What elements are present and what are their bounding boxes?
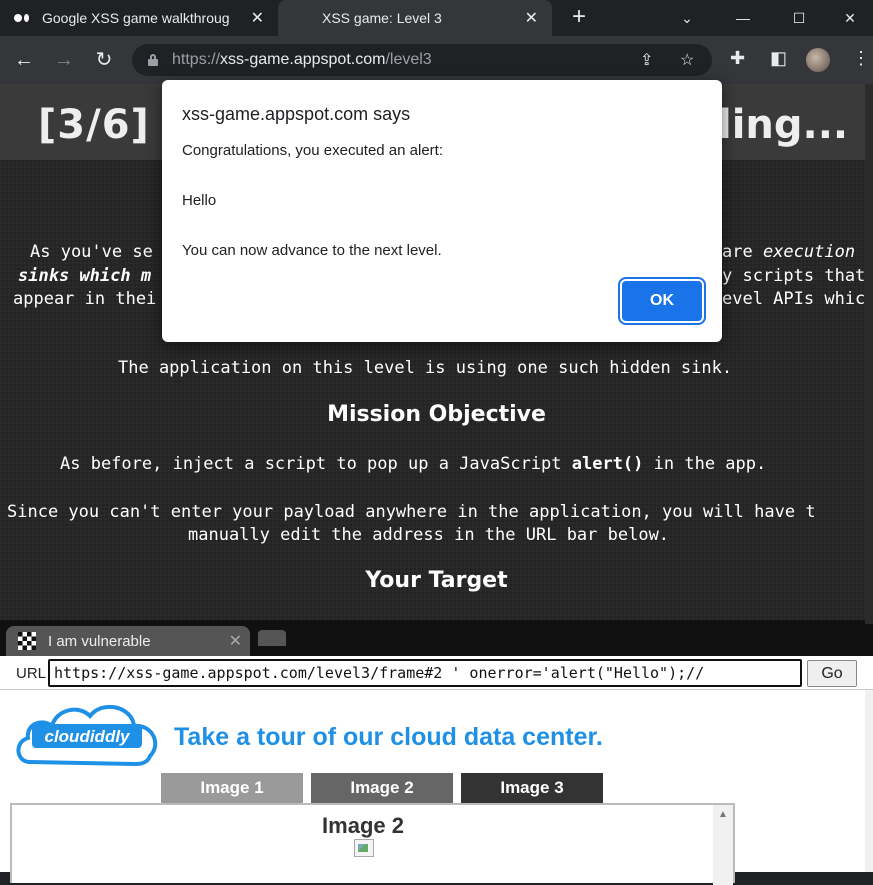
tab-close-icon[interactable]: ✕ bbox=[251, 8, 264, 28]
mission-text: As before, inject a script to pop up a J… bbox=[60, 454, 767, 474]
tab-strip: Google XSS game walkthroug ✕ XSS game: L… bbox=[0, 0, 873, 36]
dialog-message-line: Hello bbox=[182, 192, 217, 209]
forward-icon[interactable]: → bbox=[50, 46, 78, 74]
vulnerable-app: cloudiddly Take a tour of our cloud data… bbox=[0, 690, 873, 885]
level-title-fragment: ling... bbox=[718, 102, 849, 148]
intro-text: y scripts that bbox=[722, 266, 866, 286]
hidden-sink-text: The application on this level is using o… bbox=[118, 358, 733, 378]
cloudiddly-logo: cloudiddly bbox=[16, 705, 158, 767]
frame-tab-strip: I am vulnerable ✕ bbox=[0, 620, 873, 656]
minimize-icon[interactable]: — bbox=[720, 0, 766, 36]
tab-walkthrough[interactable]: Google XSS game walkthroug ✕ bbox=[0, 0, 278, 36]
share-icon[interactable]: ⇪ bbox=[640, 50, 653, 70]
ok-button[interactable]: OK bbox=[622, 281, 702, 321]
frame-url-input[interactable]: https://xss-game.appspot.com/level3/fram… bbox=[48, 659, 802, 687]
frame-tab[interactable]: I am vulnerable ✕ bbox=[6, 626, 250, 656]
intro-text: appear in thei bbox=[13, 289, 157, 309]
bookmark-star-icon[interactable]: ☆ bbox=[680, 50, 694, 70]
media-favicon-icon bbox=[14, 12, 32, 24]
frame-scrollbar[interactable] bbox=[865, 690, 873, 872]
target-heading: Your Target bbox=[365, 568, 508, 593]
intro-text: are execution bbox=[722, 242, 856, 262]
image-tab-2[interactable]: Image 2 bbox=[311, 773, 453, 803]
tab-title: Google XSS game walkthroug bbox=[42, 10, 230, 26]
intro-text: sinks which m bbox=[18, 266, 152, 286]
url-protocol: https:// bbox=[172, 51, 221, 68]
dialog-message-line: Congratulations, you executed an alert: bbox=[182, 142, 443, 159]
browser-toolbar: ← → ↻ https://xss-game.appspot.com/level… bbox=[0, 36, 873, 84]
image-tab-1[interactable]: Image 1 bbox=[161, 773, 303, 803]
maximize-icon[interactable]: ☐ bbox=[776, 0, 822, 36]
intro-text: evel APIs whic bbox=[722, 289, 866, 309]
tab-xss-level3[interactable]: XSS game: Level 3 ✕ bbox=[278, 0, 552, 36]
close-window-icon[interactable]: ✕ bbox=[827, 0, 873, 36]
image-viewer: Image 2 ▲ bbox=[10, 803, 735, 885]
url-host: xss-game.appspot.com bbox=[220, 51, 386, 68]
back-icon[interactable]: ← bbox=[10, 46, 38, 74]
dialog-message-line: You can now advance to the next level. bbox=[182, 242, 442, 259]
go-button[interactable]: Go bbox=[807, 660, 857, 687]
extensions-icon[interactable]: ✚ bbox=[730, 48, 745, 69]
frame-tab-close-icon[interactable]: ✕ bbox=[229, 631, 242, 651]
scroll-up-icon[interactable]: ▲ bbox=[718, 809, 728, 820]
alert-dialog: xss-game.appspot.com says Congratulation… bbox=[162, 80, 722, 342]
frame-tab-title: I am vulnerable bbox=[48, 632, 151, 650]
broken-image-icon bbox=[354, 839, 374, 857]
side-panel-icon[interactable]: ◧ bbox=[770, 48, 787, 69]
url-label: URL bbox=[16, 665, 47, 682]
alert-code: alert() bbox=[571, 454, 644, 474]
dialog-origin: xss-game.appspot.com says bbox=[182, 104, 411, 124]
mission-heading: Mission Objective bbox=[327, 402, 546, 427]
viewer-title: Image 2 bbox=[322, 813, 404, 838]
url-instruction-text: manually edit the address in the URL bar… bbox=[188, 525, 670, 545]
new-tab-button[interactable]: + bbox=[566, 4, 592, 30]
image-tab-3[interactable]: Image 3 bbox=[461, 773, 603, 803]
profile-avatar[interactable] bbox=[806, 48, 830, 72]
tab-close-icon[interactable]: ✕ bbox=[525, 8, 538, 28]
checker-favicon-icon bbox=[18, 632, 36, 650]
frame-url-row: URL https://xss-game.appspot.com/level3/… bbox=[0, 656, 873, 690]
tour-link[interactable]: Take a tour of our cloud data center. bbox=[174, 723, 603, 752]
logo-text: cloudiddly bbox=[45, 727, 132, 746]
reload-icon[interactable]: ↻ bbox=[90, 46, 118, 74]
page-scrollbar[interactable] bbox=[865, 84, 873, 624]
address-bar[interactable]: https://xss-game.appspot.com/level3 ⇪ ☆ bbox=[132, 44, 712, 76]
frame-new-tab[interactable] bbox=[258, 630, 286, 646]
level-number: [3/6] bbox=[38, 102, 150, 148]
viewer-scrollbar[interactable]: ▲ bbox=[713, 805, 733, 885]
url-path: /level3 bbox=[385, 51, 432, 68]
menu-kebab-icon[interactable]: ⋮ bbox=[852, 48, 870, 69]
tab-search-icon[interactable]: ⌄ bbox=[664, 0, 710, 36]
lock-icon[interactable] bbox=[148, 54, 158, 66]
url-instruction-text: Since you can't enter your payload anywh… bbox=[7, 502, 816, 522]
tab-title: XSS game: Level 3 bbox=[322, 10, 442, 26]
intro-text: As you've se bbox=[30, 242, 153, 262]
